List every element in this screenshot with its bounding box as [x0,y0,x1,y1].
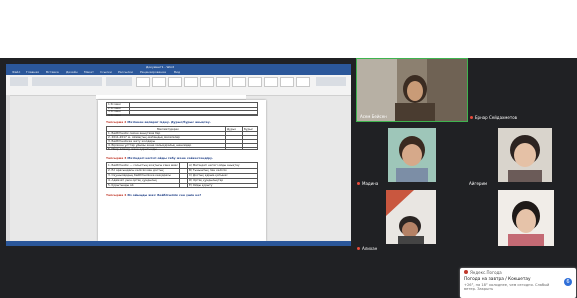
top-table: 1 Кі мәні 2 Кі мәні 3 Кі мәні 4 Кі мәні [106,102,258,116]
column-header-false: Бұрыс [244,127,254,131]
notification-badge[interactable]: 6 [564,278,572,286]
participant-name: Асем Бейсен [360,114,387,119]
participant-name: Мадина [362,181,379,186]
shared-screen-word: Документ1 - Word Файл Главная Вставка Дизай… [6,64,351,246]
table-row: D) Ортақ құндылықтар [189,179,224,182]
table-row: E) Ойды қорыту [189,184,213,187]
table-row: 5. Пікір алмасу және қорытынды [108,147,157,151]
table-row: 3. Бейбітшілікке жету жолдары [108,139,156,143]
participant-video-image [498,128,552,182]
table-row: 1. Бейбітшілік сөзіне анықтама бер [108,131,161,135]
participant-video-image [386,190,436,244]
clipboard-group[interactable] [10,77,28,86]
style-emphasis[interactable] [232,77,246,87]
notification-title: Погода на завтра / Кокшетау [464,277,531,282]
task-3-heading: Тапсырма 3 Мәтіндегі негізгі ойды табу ж… [106,156,214,160]
participant-video-image [357,59,467,121]
notification-source: Яндекс.Погода [470,270,502,275]
table-row: 1. Бейбітшілік — соғыстың жоқтығы ғана е… [108,164,178,167]
word-ribbon [6,75,351,96]
weather-notification[interactable]: Яндекс.Погода Погода на завтра / Кокшета… [460,268,576,298]
style-heading-2[interactable] [184,77,198,87]
mic-off-icon [470,116,473,119]
table-row: 4 Кі мәні [108,113,121,117]
style-quote[interactable] [264,77,278,87]
table-row: A) Мәтіндегі негізгі ойды анықтау [189,164,240,167]
participant-video-girl[interactable] [498,128,552,182]
mic-off-icon [357,182,360,185]
table-row: 3. Оқушылардың бейбітшілікке көзқарасы [108,174,171,177]
word-status-bar [6,241,351,246]
document-page: 1 Кі мәні 2 Кі мәні 3 Кі мәні 4 Кі мәні … [98,100,266,241]
participant-video-image [498,190,554,246]
participant-video-boy[interactable] [386,190,436,244]
style-no-spacing[interactable] [152,77,166,87]
task-2-heading: Тапсырма 2 Мәтіннен ақпарат іздеу. Дұрыс… [106,120,211,124]
table-row: 2. Ел арасындағы келісім мен достық [108,169,164,172]
yandex-weather-icon [464,270,468,274]
style-normal[interactable] [136,77,150,87]
participant-video-image [388,128,436,182]
table-row: 5. Қорытынды ой [108,184,134,187]
table-row: 4. Біріккен ұлттар ұйымы және халықаралы… [108,143,192,147]
style-reference[interactable] [296,77,310,87]
style-subtitle[interactable] [216,77,230,87]
style-intense[interactable] [280,77,294,87]
mic-off-icon [357,247,360,250]
editing-group[interactable] [316,77,346,86]
column-header-true: Дұрыс [227,127,237,131]
table-row: C) Достық қарым-қатынас [189,174,228,177]
participant-tile-empty [469,58,577,122]
task-4-heading: Тапсырма 4 Өз ойыңды жаз: Бейбітшілік се… [106,193,202,197]
style-title[interactable] [200,77,214,87]
participant-video-teen[interactable] [498,190,554,246]
style-strong[interactable] [248,77,262,87]
task-2-table: Мәлімет/дерек Дұрыс Бұрыс 1. Бейбітшілік… [106,126,258,150]
participant-name: Алихан [362,246,378,251]
participant-video-large[interactable]: Асем Бейсен [356,58,468,122]
table-row: 4. Адамзат үшін ортақ құндылық [108,179,158,182]
column-header: Мәлімет/дерек [157,127,179,131]
notification-body: +26°, на 18° холоднее, чем сегодня. Слаб… [464,283,550,292]
task-3-table: 1. Бейбітшілік — соғыстың жоқтығы ғана е… [106,162,258,188]
participant-video-child[interactable] [388,128,436,182]
style-heading-1[interactable] [168,77,182,87]
table-row: 2. 2011-2017 ж. Аймақтық-жаһандық мәселе… [108,135,180,139]
font-group[interactable] [32,77,102,86]
participant-name: Ернар Сейдахметов [475,115,517,120]
vertical-ruler [6,95,10,246]
paragraph-group[interactable] [106,77,132,86]
table-row: B) Тыныштық пен келісім [189,169,227,172]
participant-name: Айгерим [469,181,488,186]
